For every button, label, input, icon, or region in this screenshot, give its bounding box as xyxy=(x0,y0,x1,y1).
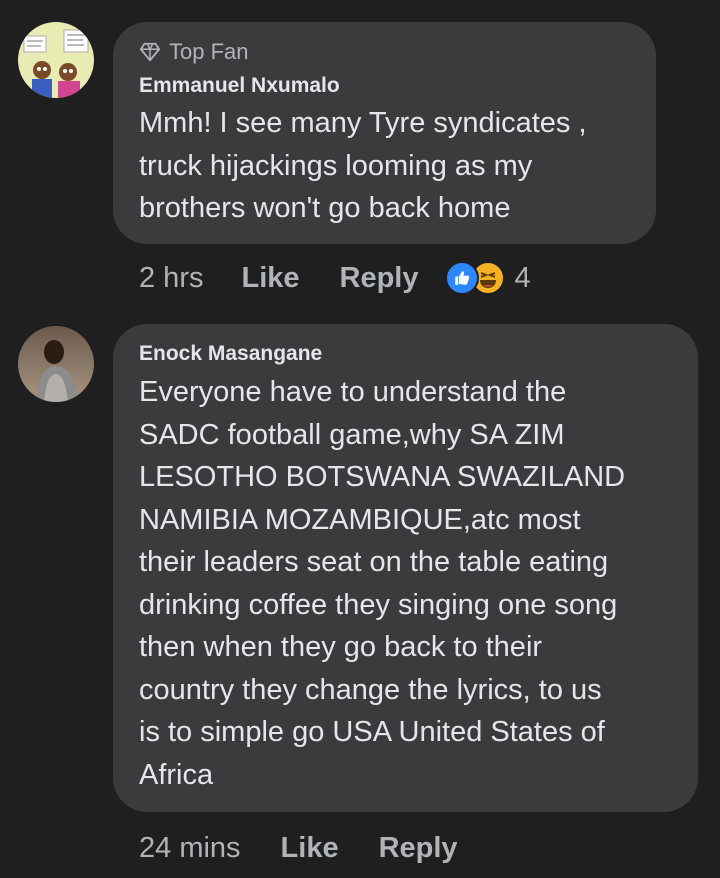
reactions-summary[interactable]: 4 xyxy=(444,261,531,295)
timestamp[interactable]: 24 mins xyxy=(139,832,241,865)
comment-actions: 2 hrs Like Reply 4 xyxy=(139,258,531,298)
comment-text: Everyone have to understand the SADC foo… xyxy=(139,376,626,791)
author-name[interactable]: Emmanuel Nxumalo xyxy=(139,71,630,101)
timestamp[interactable]: 2 hrs xyxy=(139,262,203,295)
diamond-icon xyxy=(139,42,161,62)
comment-actions: 24 mins Like Reply xyxy=(139,828,458,868)
avatar-cartoon-image xyxy=(18,22,94,98)
badge-label: Top Fan xyxy=(169,39,249,64)
like-button[interactable]: Like xyxy=(241,262,299,295)
top-fan-badge[interactable]: Top Fan xyxy=(139,38,630,66)
like-icon xyxy=(444,261,479,295)
comment-bubble: Enock Masangane Everyone have to underst… xyxy=(113,324,698,812)
comment-bubble: Top Fan Emmanuel Nxumalo Mmh! I see many… xyxy=(113,22,656,244)
author-name[interactable]: Enock Masangane xyxy=(139,339,672,369)
avatar-photo-image xyxy=(18,326,94,402)
reaction-count: 4 xyxy=(514,261,531,294)
reply-button[interactable]: Reply xyxy=(340,262,419,295)
reply-button[interactable]: Reply xyxy=(379,832,458,865)
avatar[interactable] xyxy=(18,326,94,402)
comment-text: Mmh! I see many Tyre syndicates , truck … xyxy=(139,107,587,224)
like-button[interactable]: Like xyxy=(281,832,339,865)
avatar[interactable] xyxy=(18,22,94,98)
